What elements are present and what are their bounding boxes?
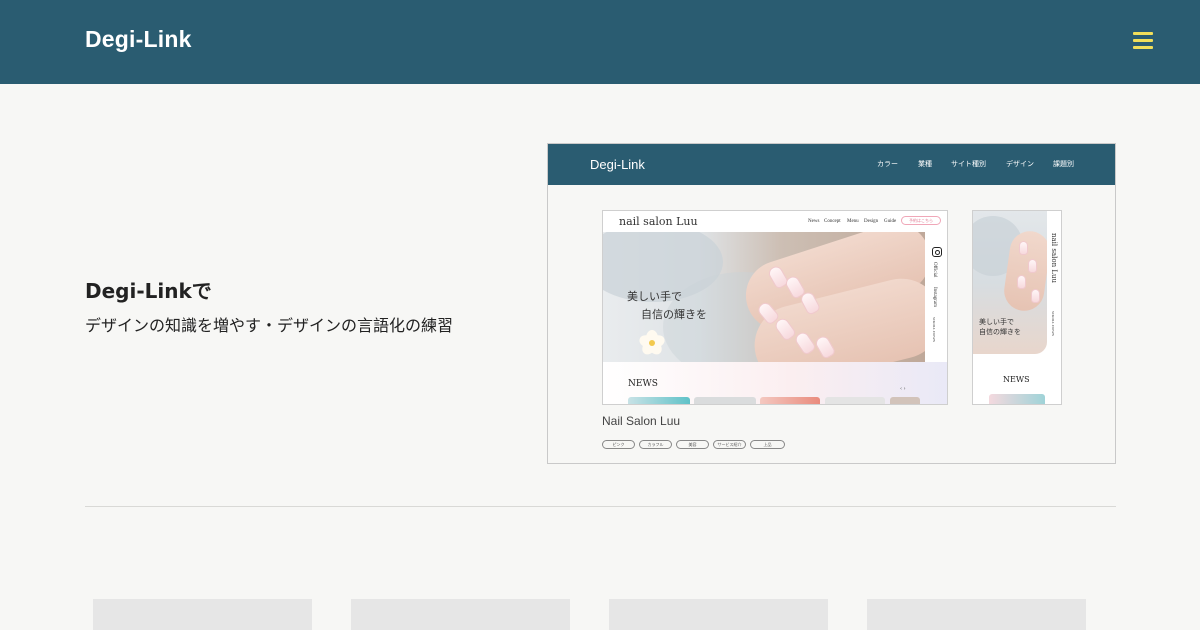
side-link-official: Official: [932, 262, 937, 278]
hero-title: Degi-Linkで: [85, 279, 212, 303]
tag-colorful: カラフル: [639, 440, 672, 449]
mobile-news-heading: NEWS: [1003, 375, 1030, 384]
preview-card-title: Nail Salon Luu: [602, 414, 681, 428]
nail-shape: [1028, 259, 1037, 273]
preview-header: Degi-Link カラー 業種 サイト種別 デザイン 課題別: [548, 144, 1115, 185]
preview-nav-issue: 課題別: [1053, 160, 1074, 168]
mobile-news-thumbnail: [989, 394, 1045, 404]
news-thumbnail: [760, 397, 820, 404]
nail-shape: [1017, 275, 1026, 289]
instagram-icon: [932, 247, 942, 257]
mockup-menu-design: Design: [864, 219, 879, 224]
nail-shape: [1019, 241, 1028, 255]
card-placeholder: [609, 599, 828, 630]
preview-nav-color: カラー: [877, 160, 898, 168]
mobile-catchcopy-2: 自信の輝きを: [979, 328, 1021, 336]
preview-nav-industry: 業種: [918, 160, 932, 168]
mockup-catchcopy-2: 自信の輝きを: [641, 308, 707, 321]
preview-logo: Degi-Link: [590, 157, 645, 172]
flower-decoration: [637, 330, 667, 358]
news-thumbnail: [890, 397, 920, 404]
mockup-menu-guide: Guide: [884, 219, 897, 224]
side-link-instagram: Instagram: [932, 287, 937, 307]
site-preview-screenshot[interactable]: Degi-Link カラー 業種 サイト種別 デザイン 課題別 nail sal…: [547, 143, 1116, 464]
card-placeholder: [351, 599, 570, 630]
mockup-reserve-pill: 予約はこちら: [901, 216, 941, 225]
mockup-logo: nail salon Luu: [619, 215, 698, 228]
tag-beauty: 美容: [676, 440, 709, 449]
mockup-news-heading: NEWS: [628, 379, 658, 389]
mockup-catchcopy-1: 美しい手で: [627, 290, 682, 303]
news-thumbnail: [628, 397, 690, 404]
site-logo[interactable]: Degi-Link: [85, 26, 192, 53]
hamburger-icon[interactable]: [1133, 31, 1153, 49]
preview-nav-site-type: サイト種別: [951, 160, 986, 168]
tag-pink: ピンク: [602, 440, 635, 449]
hamburger-bar: [1133, 32, 1153, 35]
section-divider: [85, 506, 1116, 507]
news-thumbnail: [825, 397, 885, 404]
mockup-menu-concept: Concept: [824, 219, 841, 224]
hamburger-bar: [1133, 46, 1153, 49]
desktop-mockup: nail salon Luu News Concept Menu Design …: [602, 210, 948, 405]
mockup-hero-image: 美しい手で 自信の輝きを: [603, 232, 925, 362]
mockup-slider-arrows: ‹ ›: [900, 386, 906, 392]
tag-elegant: 上品: [750, 440, 785, 449]
mockup-menu-menu: Menu: [847, 219, 859, 224]
mobile-hero-image: 美しい手で 自信の輝きを: [973, 211, 1047, 354]
preview-nav-design: デザイン: [1006, 160, 1034, 168]
tag-service: サービス紹介: [713, 440, 746, 449]
nail-shape: [1031, 289, 1040, 303]
news-thumbnail: [694, 397, 756, 404]
card-placeholder: [867, 599, 1086, 630]
card-placeholder: [93, 599, 312, 630]
mobile-catchcopy-1: 美しい手で: [979, 318, 1014, 326]
mobile-logo: nail salon Luu: [1050, 233, 1058, 284]
site-header: Degi-Link: [0, 0, 1200, 84]
mockup-menu-news: News: [808, 219, 820, 224]
hamburger-bar: [1133, 39, 1153, 42]
mobile-mockup: 美しい手で 自信の輝きを nail salon Luu SCROLL DOWN …: [972, 210, 1062, 405]
hero-subtitle: デザインの知識を増やす・デザインの言語化の練習: [85, 316, 454, 335]
side-scroll-label: SCROLL DOWN: [932, 317, 936, 343]
mobile-scroll-label: SCROLL DOWN: [1051, 311, 1055, 337]
